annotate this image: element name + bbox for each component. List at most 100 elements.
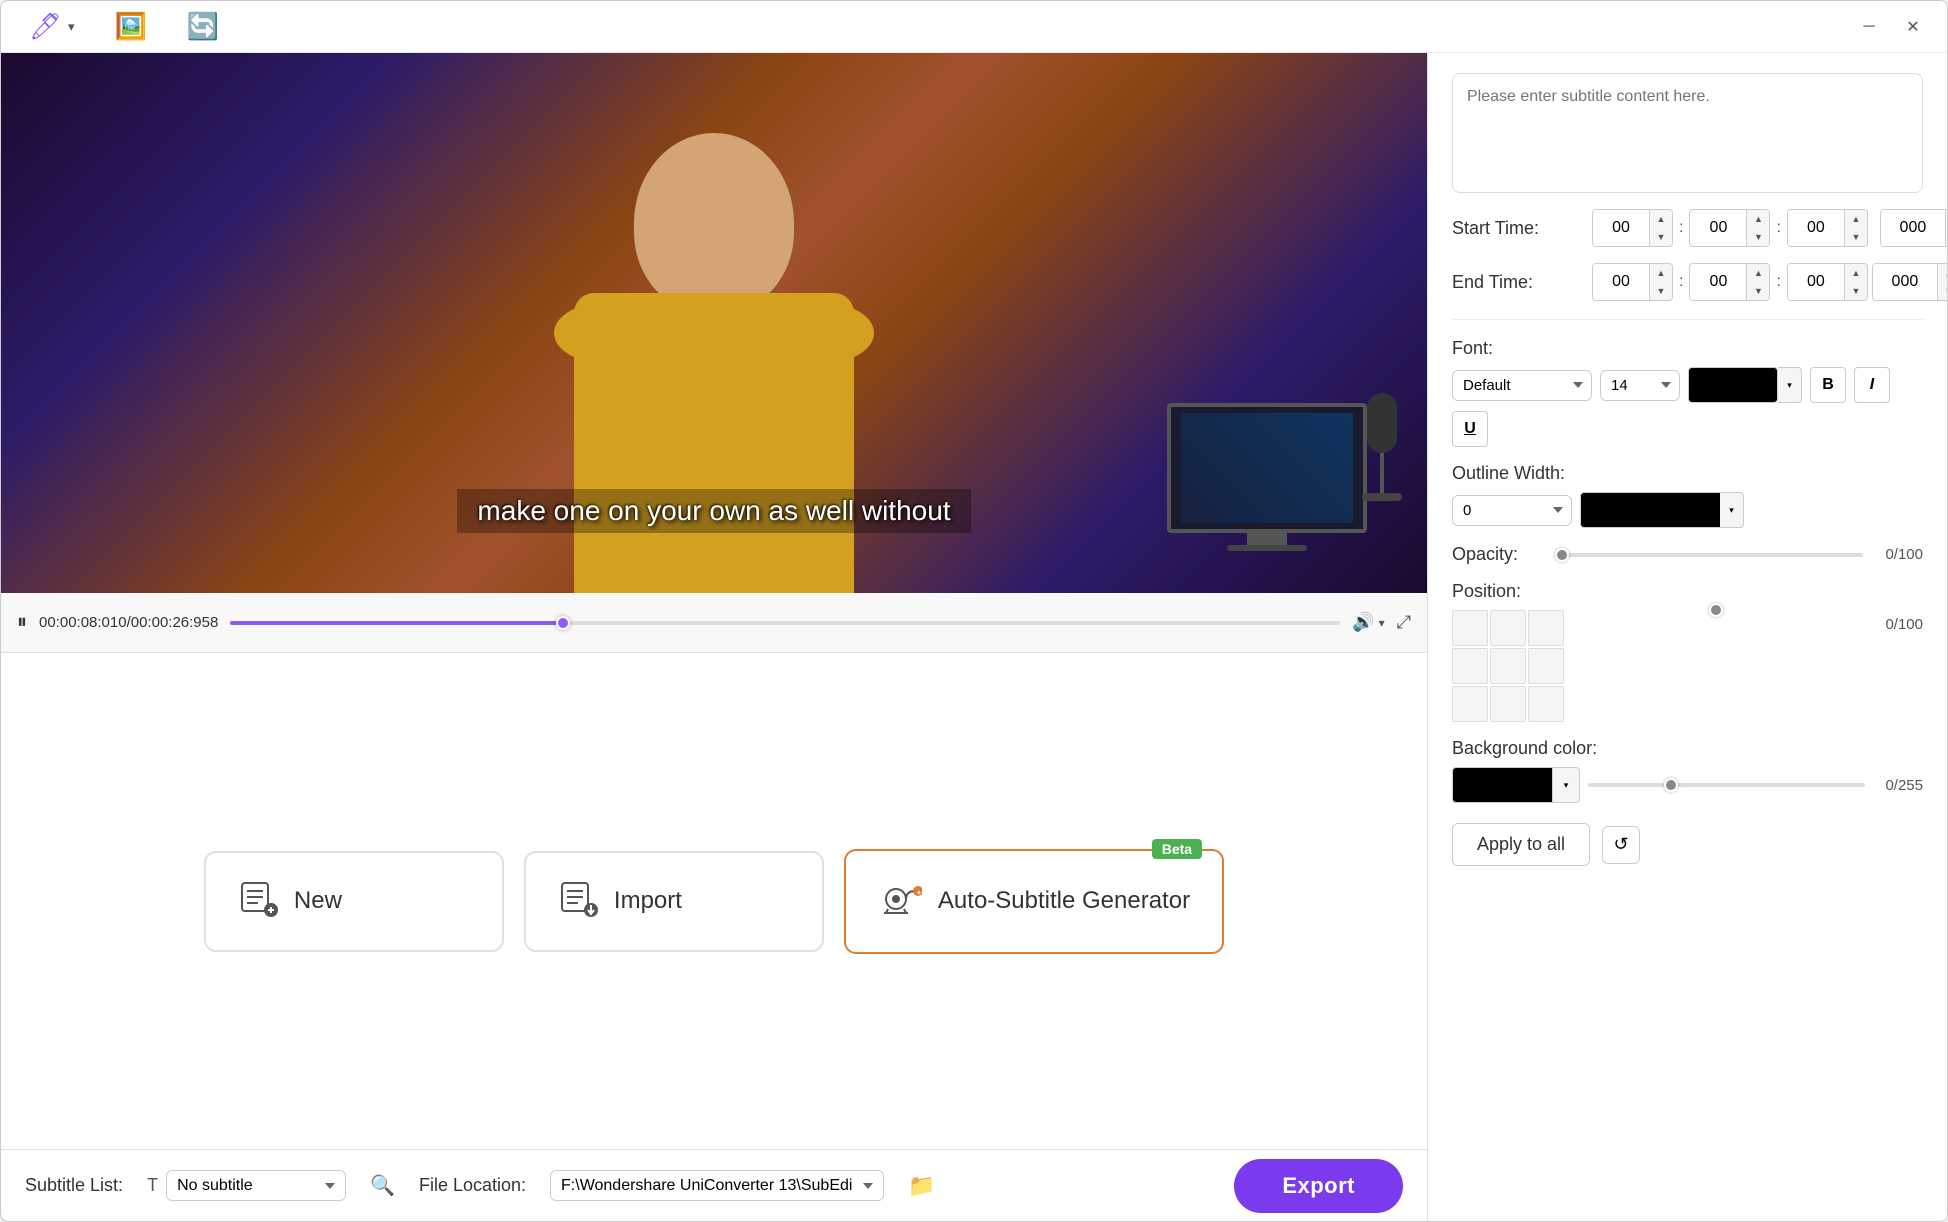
end-time-row: End Time: ▲ ▼ : ▲ ▼ [1452, 263, 1923, 301]
video-controls: ⏸ 00:00:08:010/00:00:26:958 🔊 ▾ ⤢ [1, 593, 1427, 653]
end-ms-spinners: ▲ ▼ [1937, 264, 1947, 300]
end-mm-input[interactable] [1690, 264, 1746, 300]
start-hh-down[interactable]: ▼ [1650, 228, 1672, 246]
bold-icon: B [1822, 376, 1834, 394]
opacity-slider[interactable] [1562, 553, 1863, 557]
end-ms-up[interactable]: ▲ [1938, 264, 1947, 282]
italic-button[interactable]: I [1854, 367, 1890, 403]
pos-cell-5[interactable] [1490, 648, 1526, 684]
start-time-row: Start Time: ▲ ▼ : ▲ ▼ [1452, 209, 1923, 247]
start-ms-input[interactable] [1881, 210, 1945, 246]
subtitle-type-icon: T [147, 1175, 158, 1196]
font-size-select[interactable]: 14 [1600, 370, 1680, 401]
start-mm-up[interactable]: ▲ [1747, 210, 1769, 228]
subtitle-search-button[interactable]: 🔍 [370, 1173, 395, 1198]
outline-color-container: ▾ [1580, 492, 1744, 528]
monitor-stand [1247, 533, 1287, 545]
close-button[interactable]: ✕ [1899, 13, 1927, 41]
font-color-box[interactable] [1688, 367, 1778, 403]
bold-button[interactable]: B [1810, 367, 1846, 403]
outline-width-select[interactable]: 0 1 2 [1452, 495, 1572, 526]
pos-cell-3[interactable] [1528, 610, 1564, 646]
end-hh-up[interactable]: ▲ [1650, 264, 1672, 282]
import-subtitle-card[interactable]: Import [524, 851, 824, 952]
pos-cell-8[interactable] [1490, 686, 1526, 722]
opacity-thumb [1555, 548, 1569, 562]
start-mm-input[interactable] [1690, 210, 1746, 246]
apply-row: Apply to all ↺ [1452, 823, 1923, 866]
auto-subtitle-icon: ✦ [878, 875, 922, 928]
start-hh-up[interactable]: ▲ [1650, 210, 1672, 228]
progress-bar[interactable] [230, 621, 1340, 625]
start-hh-input[interactable] [1593, 210, 1649, 246]
end-hh-input[interactable] [1593, 264, 1649, 300]
position-controls: 0/100 [1452, 610, 1923, 722]
person-head [634, 133, 794, 313]
apply-to-all-button[interactable]: Apply to all [1452, 823, 1590, 866]
start-time-inputs: ▲ ▼ : ▲ ▼ : [1592, 209, 1947, 247]
pos-cell-1[interactable] [1452, 610, 1488, 646]
volume-button[interactable]: 🔊 ▾ [1352, 612, 1384, 633]
start-ms-up[interactable]: ▲ [1946, 210, 1947, 228]
browse-folder-button[interactable]: 📁 [908, 1173, 935, 1199]
font-color-dropdown[interactable]: ▾ [1778, 367, 1802, 403]
fullscreen-button[interactable]: ⤢ [1397, 612, 1411, 633]
end-ms-group: ▲ ▼ [1872, 263, 1947, 301]
end-ms-down[interactable]: ▼ [1938, 282, 1947, 300]
subtitle-select[interactable]: No subtitle [166, 1170, 346, 1201]
new-subtitle-label: New [294, 887, 342, 915]
bg-color-box[interactable] [1452, 767, 1552, 803]
end-mm-up[interactable]: ▲ [1747, 264, 1769, 282]
pos-cell-4[interactable] [1452, 648, 1488, 684]
add-media-button[interactable]: 🖼️ [107, 7, 155, 46]
file-path-select[interactable]: F:\Wondershare UniConverter 13\SubEdi [550, 1170, 884, 1201]
new-subtitle-card[interactable]: New [204, 851, 504, 952]
start-mm-spinners: ▲ ▼ [1746, 210, 1769, 246]
export-button[interactable]: Export [1234, 1159, 1403, 1213]
beta-badge: Beta [1152, 839, 1202, 859]
end-ss-input[interactable] [1788, 264, 1844, 300]
search-icon: 🔍 [370, 1175, 395, 1197]
start-ss-input[interactable] [1788, 210, 1844, 246]
opacity-row: Opacity: 0/100 [1452, 544, 1923, 565]
start-ss-up[interactable]: ▲ [1845, 210, 1867, 228]
pos-cell-6[interactable] [1528, 648, 1564, 684]
video-frame[interactable]: make one on your own as well without [1, 53, 1427, 593]
end-mm-down[interactable]: ▼ [1747, 282, 1769, 300]
underline-button[interactable]: U [1452, 411, 1488, 447]
start-ms-down[interactable]: ▼ [1946, 228, 1947, 246]
refresh-button[interactable]: ↺ [1602, 826, 1640, 864]
progress-thumb [556, 616, 570, 630]
end-sep2: : [1774, 273, 1782, 291]
end-ss-up[interactable]: ▲ [1845, 264, 1867, 282]
bg-opacity-slider[interactable] [1588, 783, 1865, 787]
subtitle-overlay: make one on your own as well without [1, 489, 1427, 533]
outline-color-box[interactable] [1580, 492, 1720, 528]
main-content: make one on your own as well without ⏸ 0… [1, 53, 1947, 1221]
bg-opacity-value: 0/255 [1873, 777, 1923, 794]
subtitle-actions: New Import [1, 653, 1427, 1149]
text-overlay-icon: 🔄 [187, 11, 219, 41]
end-hh-down[interactable]: ▼ [1650, 282, 1672, 300]
font-color-chevron-icon: ▾ [1787, 380, 1792, 391]
start-mm-down[interactable]: ▼ [1747, 228, 1769, 246]
pos-cell-9[interactable] [1528, 686, 1564, 722]
auto-subtitle-card[interactable]: Beta ✦ Auto-Subtitle Ge [844, 849, 1224, 954]
end-ms-input[interactable] [1873, 264, 1937, 300]
start-ss-down[interactable]: ▼ [1845, 228, 1867, 246]
minimize-button[interactable]: ─ [1855, 13, 1883, 41]
text-overlay-button[interactable]: 🔄 [179, 7, 227, 46]
pos-cell-2[interactable] [1490, 610, 1526, 646]
end-ss-group: ▲ ▼ [1787, 263, 1868, 301]
end-ss-down[interactable]: ▼ [1845, 282, 1867, 300]
play-pause-button[interactable]: ⏸ [17, 611, 27, 634]
start-hh-spinners: ▲ ▼ [1649, 210, 1672, 246]
pos-cell-7[interactable] [1452, 686, 1488, 722]
new-project-button[interactable]: 🖊 ▾ [21, 7, 83, 46]
progress-bar-fill [230, 621, 563, 625]
font-family-select[interactable]: Default [1452, 370, 1592, 401]
outline-color-dropdown[interactable]: ▾ [1720, 492, 1744, 528]
bg-color-dropdown[interactable]: ▾ [1552, 767, 1580, 803]
subtitle-content-input[interactable] [1452, 73, 1923, 193]
bg-color-section: Background color: ▾ 0/255 [1452, 738, 1923, 803]
